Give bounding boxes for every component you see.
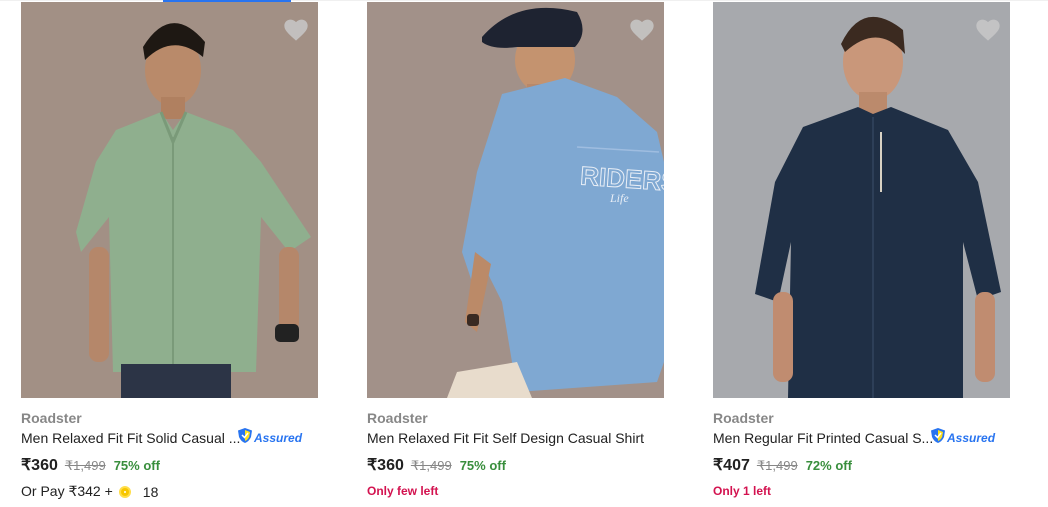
coin-offer: Or Pay ₹342 + 18 [21,483,158,500]
assured-badge: Assured [930,427,996,449]
price-row: ₹407 ₹1,499 72% off [713,455,852,475]
product-title[interactable]: Men Regular Fit Printed Casual S... [713,430,933,446]
product-brand: Roadster [713,410,774,426]
discount-label: 75% off [459,458,506,473]
discount-label: 75% off [113,458,160,473]
wishlist-heart-icon[interactable] [974,16,1002,42]
product-card-1[interactable]: Roadster Men Relaxed Fit Fit Solid Casua… [21,2,318,502]
coin-offer-text: Or Pay ₹342 + [21,483,113,499]
selling-price: ₹360 [367,457,404,474]
product-card-2[interactable]: RIDERS Life Roadster Men Relaxed Fit Fit… [367,2,664,502]
supercoin-icon [118,485,131,498]
price-row: ₹360 ₹1,499 75% off [367,455,506,475]
product-title[interactable]: Men Relaxed Fit Fit Solid Casual ... [21,430,240,446]
assured-shield-icon [930,427,946,449]
wishlist-heart-icon[interactable] [282,16,310,42]
coin-count: 18 [142,483,159,500]
stock-status: Only few left [367,484,439,498]
product-image[interactable] [21,2,318,398]
product-image[interactable] [713,2,1010,398]
discount-label: 72% off [805,458,852,473]
product-brand: Roadster [367,410,428,426]
wishlist-heart-icon[interactable] [628,16,656,42]
selling-price: ₹407 [713,457,750,474]
assured-label: Assured [254,431,303,445]
product-card-3[interactable]: Roadster Men Regular Fit Printed Casual … [713,2,1010,502]
assured-badge: Assured [237,427,303,449]
svg-text:Life: Life [609,191,629,205]
original-price: ₹1,499 [64,458,106,473]
assured-shield-icon [237,427,253,449]
assured-label: Assured [947,431,996,445]
original-price: ₹1,499 [756,458,798,473]
original-price: ₹1,499 [410,458,452,473]
selling-price: ₹360 [21,457,58,474]
product-image[interactable]: RIDERS Life [367,2,664,398]
top-divider [0,0,1048,1]
product-title[interactable]: Men Relaxed Fit Fit Self Design Casual S… [367,430,644,446]
product-brand: Roadster [21,410,82,426]
stock-status: Only 1 left [713,484,772,498]
price-row: ₹360 ₹1,499 75% off [21,455,160,475]
